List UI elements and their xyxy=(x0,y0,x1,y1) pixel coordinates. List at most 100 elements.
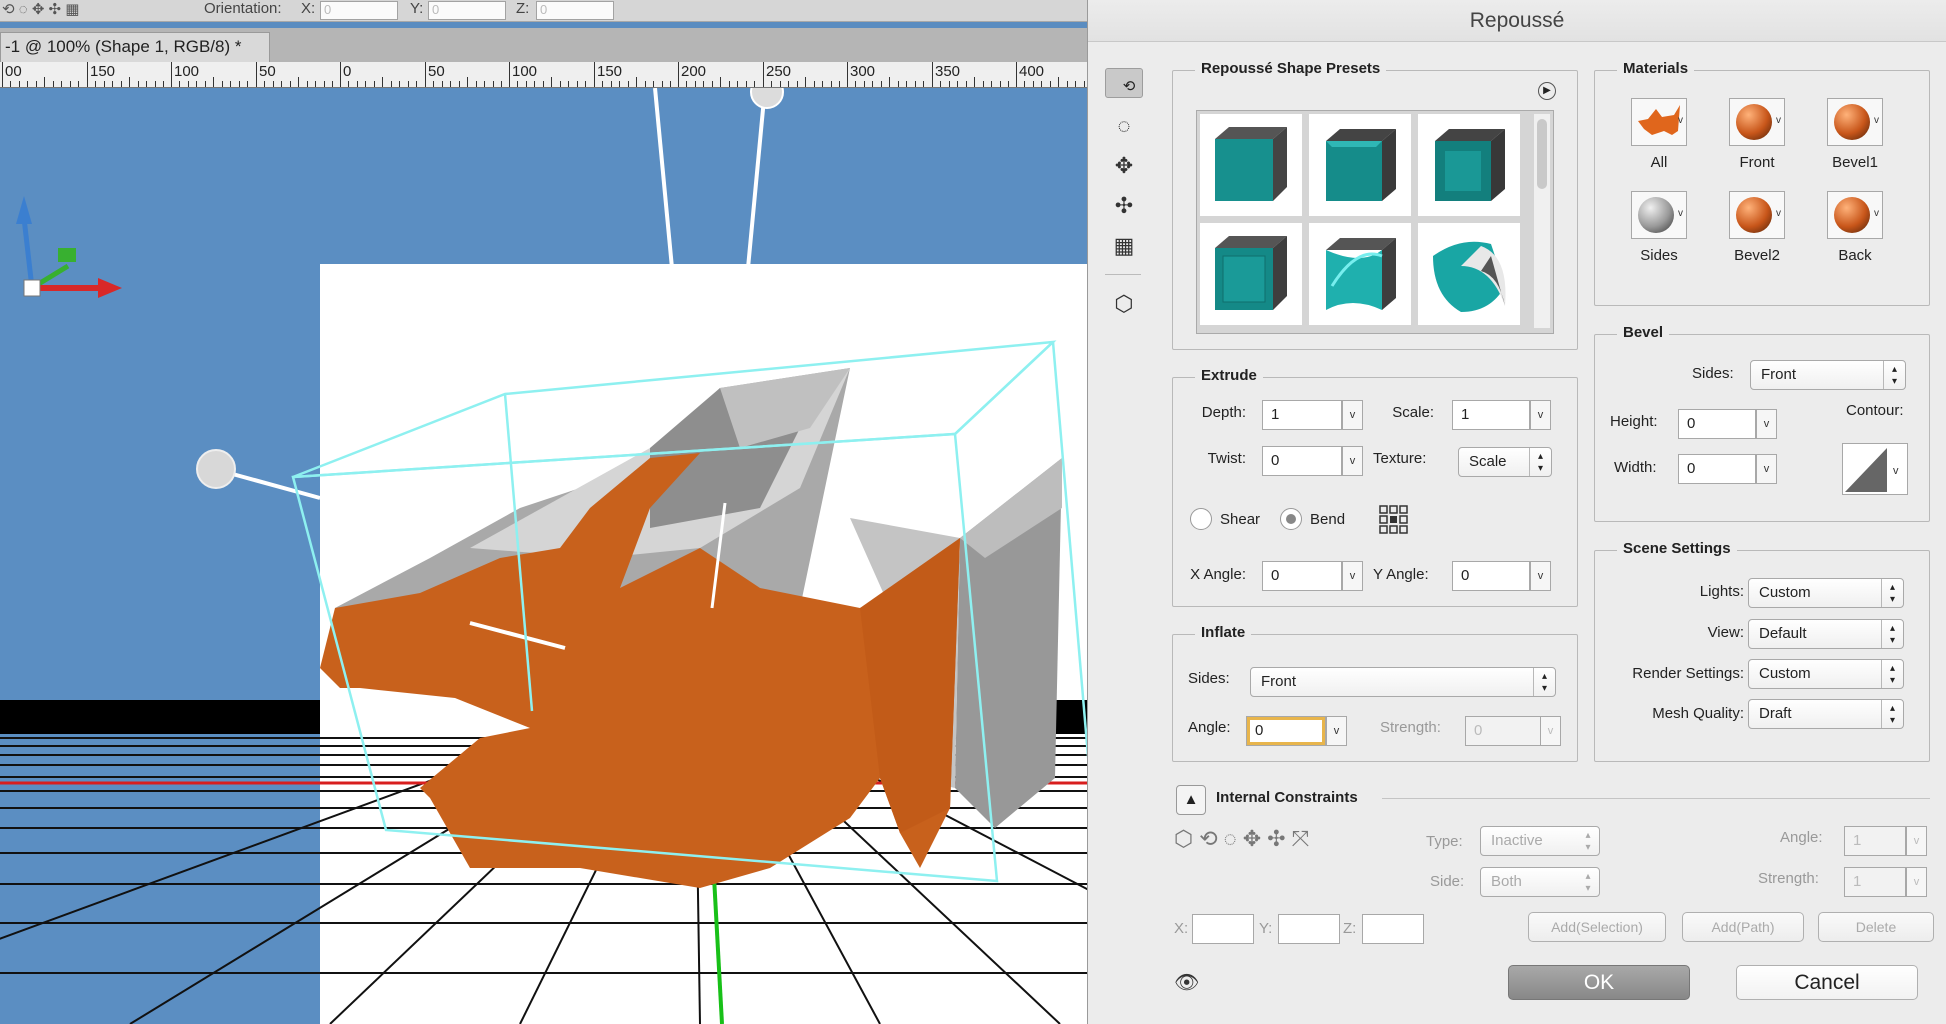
bevel-width-dropdown[interactable]: v xyxy=(1756,454,1777,484)
presets-menu-icon[interactable]: ▶ xyxy=(1538,82,1556,100)
scale-field[interactable]: 1 xyxy=(1452,400,1530,430)
preview-eye-icon[interactable]: 👁 xyxy=(1174,970,1199,995)
drag-mesh-tool-icon[interactable]: ✥ xyxy=(1105,148,1143,184)
constraint-strength-field[interactable]: 1 xyxy=(1844,867,1906,897)
ruler-minor-tick xyxy=(484,81,485,87)
x-angle-dropdown[interactable]: v xyxy=(1342,561,1363,591)
texture-select[interactable]: Scale ▴ ▾ xyxy=(1458,447,1552,477)
bevel-sides-select[interactable]: Front ▴ ▾ xyxy=(1750,360,1906,390)
mesh-quality-select[interactable]: Draft ▴ ▾ xyxy=(1748,699,1904,729)
bevel-width-field[interactable]: 0 xyxy=(1678,454,1756,484)
twist-field[interactable]: 0 xyxy=(1262,446,1342,476)
bend-radio[interactable] xyxy=(1280,508,1302,530)
constraint-tools-icons[interactable]: ⬡⟲◌✥✣⤧ xyxy=(1174,826,1315,852)
material-back[interactable]: v Back xyxy=(1810,191,1900,264)
constraint-y-field[interactable] xyxy=(1278,914,1340,944)
preset-cube-2[interactable] xyxy=(1309,114,1411,216)
add-selection-button[interactable]: Add(Selection) xyxy=(1528,912,1666,942)
reference-point-icon[interactable] xyxy=(1378,504,1410,536)
add-path-button[interactable]: Add(Path) xyxy=(1682,912,1804,942)
orientation-y-field[interactable]: 0 xyxy=(428,1,506,20)
scene-3d[interactable] xyxy=(0,88,1090,1024)
ruler-minor-tick xyxy=(771,81,772,87)
depth-label: Depth: xyxy=(1201,404,1246,421)
inflate-angle-label: Angle: xyxy=(1188,719,1231,736)
x-angle-label: X Angle: xyxy=(1190,566,1246,583)
ok-button[interactable]: OK xyxy=(1508,965,1690,1000)
bevel-sides-label: Sides: xyxy=(1692,365,1734,382)
depth-dropdown[interactable]: v xyxy=(1342,400,1363,430)
texture-label: Texture: xyxy=(1373,450,1427,467)
ruler-major-tick xyxy=(932,62,933,87)
constraint-x-field[interactable] xyxy=(1192,914,1254,944)
view-label: View: xyxy=(1707,624,1744,641)
bevel-height-label: Height: xyxy=(1610,413,1658,430)
preset-cube-1[interactable] xyxy=(1200,114,1302,216)
bevel-height-dropdown[interactable]: v xyxy=(1756,409,1777,439)
inflate-angle-field[interactable]: 0 xyxy=(1246,716,1326,746)
x-label: X: xyxy=(301,0,316,17)
x-angle-field[interactable]: 0 xyxy=(1262,561,1342,591)
lights-select[interactable]: Custom ▴ ▾ xyxy=(1748,578,1904,608)
material-front[interactable]: v Front xyxy=(1712,98,1802,171)
shark-material-icon xyxy=(1638,105,1680,135)
scale-mesh-tool-icon[interactable]: ▦ xyxy=(1105,228,1143,264)
light-handle-left xyxy=(196,449,236,489)
preset-cube-3[interactable] xyxy=(1418,114,1520,216)
material-all[interactable]: v All xyxy=(1614,98,1704,171)
ruler-minor-tick xyxy=(855,81,856,87)
inflate-strength-dropdown[interactable]: v xyxy=(1540,716,1561,746)
material-bevel1[interactable]: v Bevel1 xyxy=(1810,98,1900,171)
ruler-minor-tick xyxy=(129,77,130,87)
y-angle-dropdown[interactable]: v xyxy=(1530,561,1551,591)
depth-field[interactable]: 1 xyxy=(1262,400,1342,430)
constraint-angle-dropdown[interactable]: v xyxy=(1906,826,1927,856)
render-settings-select[interactable]: Custom ▴ ▾ xyxy=(1748,659,1904,689)
constraint-type-select[interactable]: Inactive ▴ ▾ xyxy=(1480,826,1600,856)
delete-button[interactable]: Delete xyxy=(1818,912,1934,942)
ruler-minor-tick xyxy=(636,77,637,87)
inflate-sides-select[interactable]: Front ▴ ▾ xyxy=(1250,667,1556,697)
shear-radio[interactable] xyxy=(1190,508,1212,530)
rotate-mesh-tool-icon[interactable]: ⟲ xyxy=(1105,68,1143,98)
y-angle-field[interactable]: 0 xyxy=(1452,561,1530,591)
inflate-strength-field[interactable]: 0 xyxy=(1465,716,1545,746)
material-bevel2[interactable]: v Bevel2 xyxy=(1712,191,1802,264)
preset-inflate-2[interactable] xyxy=(1418,223,1520,325)
constraint-z-field[interactable] xyxy=(1362,914,1424,944)
material-sides[interactable]: v Sides xyxy=(1614,191,1704,264)
view-select[interactable]: Default ▴ ▾ xyxy=(1748,619,1904,649)
contour-label: Contour: xyxy=(1846,402,1904,419)
ruler-minor-tick xyxy=(957,81,958,87)
ruler-label: 50 xyxy=(259,63,276,80)
ruler-minor-tick xyxy=(273,81,274,87)
constraints-toggle-icon[interactable]: ▲ xyxy=(1176,785,1206,815)
cancel-button[interactable]: Cancel xyxy=(1736,965,1918,1000)
scale-dropdown[interactable]: v xyxy=(1530,400,1551,430)
constraint-strength-dropdown[interactable]: v xyxy=(1906,867,1927,897)
ruler-minor-tick xyxy=(493,81,494,87)
slide-mesh-tool-icon[interactable]: ✣ xyxy=(1105,188,1143,224)
document-tab[interactable]: -1 @ 100% (Shape 1, RGB/8) * xyxy=(0,32,270,62)
constraint-angle-field[interactable]: 1 xyxy=(1844,826,1906,856)
material-label: Back xyxy=(1838,247,1872,264)
bevel-height-field[interactable]: 0 xyxy=(1678,409,1756,439)
rotate-tool-icon[interactable]: ⟲ ◌ ✥ ✣ ▦ xyxy=(2,0,79,18)
ruler-minor-tick xyxy=(247,81,248,87)
constraint-side-select[interactable]: Both ▴ ▾ xyxy=(1480,867,1600,897)
z-label: Z: xyxy=(516,0,530,17)
orientation-x-field[interactable]: 0 xyxy=(320,1,398,20)
presets-scrollbar[interactable] xyxy=(1534,114,1550,328)
preset-inflate-1[interactable] xyxy=(1309,223,1411,325)
ruler-minor-tick xyxy=(61,81,62,87)
roll-mesh-tool-icon[interactable]: ◌ xyxy=(1105,108,1143,144)
ruler-minor-tick xyxy=(577,81,578,87)
orientation-z-field[interactable]: 0 xyxy=(536,1,614,20)
twist-dropdown[interactable]: v xyxy=(1342,446,1363,476)
preset-cube-4[interactable] xyxy=(1200,223,1302,325)
contour-picker[interactable]: v xyxy=(1842,443,1908,495)
camera-tool-icon[interactable]: ⬡ xyxy=(1105,286,1143,322)
inflate-angle-dropdown[interactable]: v xyxy=(1326,716,1347,746)
canvas-3d-view[interactable] xyxy=(0,88,1090,1024)
ruler-minor-tick xyxy=(1084,81,1085,87)
